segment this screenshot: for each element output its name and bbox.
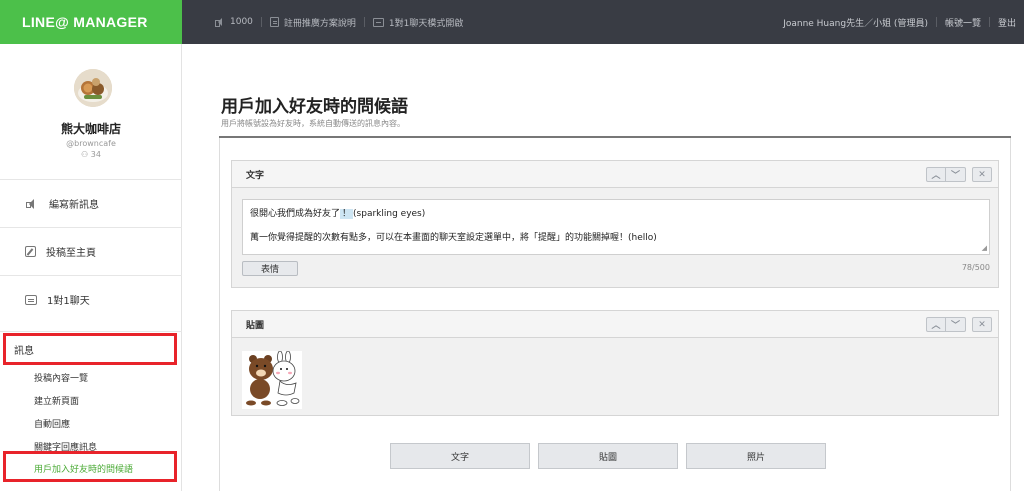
add-sticker-button[interactable]: 貼圖 bbox=[538, 443, 678, 469]
message-textarea[interactable]: 很開心我們成為好友了！ (sparkling eyes) 萬一你覺得提醒的次數有點… bbox=[242, 199, 990, 255]
page-subtitle: 用戶將帳號設為好友時，系統自動傳送的訊息內容。 bbox=[221, 119, 405, 128]
sticker-panel-header: 貼圖 ︿ ﹀ ✕ bbox=[232, 311, 998, 338]
chevron-up-icon: ︿ bbox=[931, 171, 941, 181]
sidebar-item-post[interactable]: 投稿至主頁 bbox=[0, 227, 182, 275]
account-list-link[interactable]: 帳號一覽 bbox=[945, 16, 981, 29]
nav-divider bbox=[260, 17, 262, 27]
message-count-value: 1000 bbox=[230, 17, 253, 27]
message-line-2: 萬一你覺得提醒的次數有點多，可以在本畫面的聊天室設定選單中，將「提醒」的功能關掉… bbox=[250, 233, 657, 243]
move-down-button[interactable]: ﹀ bbox=[946, 317, 966, 332]
top-bar: LINE@ MANAGER 1000 註冊推廣方案說明 1對1聊天模式開啟 Jo… bbox=[0, 0, 1024, 44]
nav-divider bbox=[935, 17, 937, 27]
sticker-panel-title: 貼圖 bbox=[246, 320, 265, 331]
sidebar-item-label: 1對1聊天 bbox=[47, 296, 90, 307]
panel-controls: ︿ ﹀ ✕ bbox=[926, 167, 992, 182]
chevron-down-icon: ﹀ bbox=[950, 171, 960, 181]
friend-count-value: 34 bbox=[90, 150, 101, 159]
shop-id: @browncafe bbox=[66, 139, 116, 148]
move-up-button[interactable]: ︿ bbox=[926, 317, 946, 332]
friend-count: ⚇ 34 bbox=[0, 150, 182, 159]
chat-mode-label: 1對1聊天模式開啟 bbox=[388, 18, 464, 29]
close-icon: ✕ bbox=[978, 169, 986, 180]
speaker-icon bbox=[25, 198, 39, 210]
brand-logo[interactable]: LINE@ MANAGER bbox=[0, 0, 182, 44]
sidebar-subitem-posts[interactable]: 投稿內容一覽 bbox=[34, 371, 88, 384]
delete-button[interactable]: ✕ bbox=[972, 167, 992, 182]
text-panel-title: 文字 bbox=[246, 170, 265, 181]
nav-divider bbox=[988, 17, 990, 27]
speaker-icon bbox=[214, 17, 225, 28]
move-up-button[interactable]: ︿ bbox=[926, 167, 946, 182]
sidebar-item-chat[interactable]: 1對1聊天 bbox=[0, 275, 182, 323]
message-editor: 文字 ︿ ﹀ ✕ 很開心我們成為好友了！ (sparkling eyes) 萬一你… bbox=[219, 138, 1011, 491]
delete-button[interactable]: ✕ bbox=[972, 317, 992, 332]
shop-name: 熊大咖啡店 bbox=[60, 122, 121, 136]
char-counter: 78/500 bbox=[961, 263, 990, 272]
document-icon bbox=[269, 17, 279, 27]
chevron-up-icon: ︿ bbox=[931, 321, 941, 331]
sidebar: 熊大咖啡店 @browncafe ⚇ 34 編寫新訊息 投稿至主頁 1對1聊天 … bbox=[0, 44, 182, 491]
sidebar-item-label: 編寫新訊息 bbox=[49, 200, 99, 211]
top-right-menu: Joanne Huang先生／小姐 (管理員) 帳號一覽 登出 bbox=[783, 0, 1016, 44]
chat-icon bbox=[372, 17, 384, 27]
message-text: (sparkling eyes) bbox=[353, 209, 426, 219]
message-count[interactable]: 1000 bbox=[214, 17, 253, 28]
close-icon: ✕ bbox=[978, 319, 986, 330]
chevron-down-icon: ﹀ bbox=[950, 321, 960, 331]
chat-mode-link[interactable]: 1對1聊天模式開啟 bbox=[372, 16, 464, 29]
resize-handle-icon[interactable]: ◢ bbox=[982, 244, 987, 252]
chat-icon bbox=[25, 294, 37, 305]
page-title: 用戶加入好友時的問候語 bbox=[221, 97, 408, 117]
user-name[interactable]: Joanne Huang先生／小姐 (管理員) bbox=[783, 16, 928, 29]
person-icon: ⚇ bbox=[81, 150, 89, 159]
sidebar-subitem-auto-reply[interactable]: 自動回應 bbox=[34, 417, 70, 430]
bear-bunny-sticker bbox=[242, 350, 302, 409]
sticker-image[interactable] bbox=[242, 350, 302, 409]
text-panel: 文字 ︿ ﹀ ✕ 很開心我們成為好友了！ (sparkling eyes) 萬一你… bbox=[231, 160, 999, 288]
main-content: 用戶加入好友時的問候語 用戶將帳號設為好友時，系統自動傳送的訊息內容。 文字 ︿… bbox=[182, 44, 1024, 491]
plan-info-label: 註冊推廣方案說明 bbox=[283, 18, 356, 29]
message-text: 很開心我們成為好友了 bbox=[250, 209, 341, 219]
move-down-button[interactable]: ﹀ bbox=[946, 167, 966, 182]
nav-divider bbox=[363, 17, 365, 27]
add-text-button[interactable]: 文字 bbox=[390, 443, 530, 469]
plan-info-link[interactable]: 註冊推廣方案說明 bbox=[269, 16, 356, 29]
emoji-button[interactable]: 表情 bbox=[242, 261, 298, 276]
sidebar-item-compose[interactable]: 編寫新訊息 bbox=[0, 179, 182, 227]
text-panel-header: 文字 ︿ ﹀ ✕ bbox=[232, 161, 998, 188]
sidebar-item-label: 投稿至主頁 bbox=[46, 248, 96, 259]
sidebar-subitem-new-page[interactable]: 建立新頁面 bbox=[34, 394, 79, 407]
edit-icon bbox=[25, 246, 36, 257]
highlight-box bbox=[3, 333, 177, 365]
emoji-tag: ！ bbox=[340, 209, 354, 219]
highlight-box bbox=[3, 451, 177, 482]
avatar[interactable] bbox=[74, 69, 112, 107]
cafe-food-image bbox=[74, 69, 112, 107]
add-photo-button[interactable]: 照片 bbox=[686, 443, 826, 469]
message-line-1: 很開心我們成為好友了！ (sparkling eyes) bbox=[250, 206, 982, 219]
logout-link[interactable]: 登出 bbox=[998, 16, 1016, 29]
sticker-panel: 貼圖 ︿ ﹀ ✕ bbox=[231, 310, 999, 416]
top-nav: 1000 註冊推廣方案說明 1對1聊天模式開啟 bbox=[214, 0, 471, 44]
panel-controls: ︿ ﹀ ✕ bbox=[926, 317, 992, 332]
